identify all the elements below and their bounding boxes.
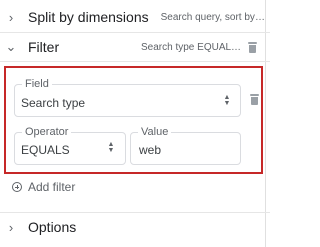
field-select[interactable]: Field Search type ▲ ▼ bbox=[14, 77, 241, 117]
chevron-right-icon[interactable]: › bbox=[4, 10, 18, 25]
filter-section-title: Filter bbox=[28, 39, 60, 55]
trash-icon[interactable] bbox=[250, 94, 259, 105]
filter-section-header[interactable]: ⌄ Filter Search type EQUALS web bbox=[0, 33, 270, 62]
options-section-title: Options bbox=[28, 219, 77, 235]
add-filter-label: Add filter bbox=[28, 180, 76, 194]
operator-select[interactable]: Operator EQUALS ▲ ▼ bbox=[14, 125, 126, 165]
filter-editor-box: Field Search type ▲ ▼ Operator EQUALS ▲ ▼ … bbox=[4, 66, 263, 174]
field-value: Search type bbox=[21, 96, 86, 110]
value-label: Value bbox=[138, 125, 172, 139]
options-section[interactable]: › Options bbox=[0, 212, 270, 241]
field-label: Field bbox=[22, 77, 52, 91]
value-text: web bbox=[139, 143, 162, 157]
add-circle-icon bbox=[12, 182, 22, 192]
operator-label: Operator bbox=[22, 125, 72, 139]
split-section-summary: Search query, sort by cli... bbox=[160, 11, 268, 23]
value-input[interactable]: Value web bbox=[130, 125, 241, 165]
unfold-icon: ▲ ▼ bbox=[107, 141, 115, 154]
split-by-dimensions-section[interactable]: › Split by dimensions Search query, sort… bbox=[0, 2, 270, 33]
unfold-icon: ▲ ▼ bbox=[223, 94, 231, 107]
filter-section-summary: Search type EQUALS web bbox=[141, 41, 243, 53]
split-section-title: Split by dimensions bbox=[28, 9, 149, 25]
chevron-down-icon[interactable]: ⌄ bbox=[4, 39, 18, 55]
operator-value: EQUALS bbox=[21, 143, 70, 157]
add-filter-button[interactable]: Add filter bbox=[12, 180, 75, 194]
chevron-right-icon[interactable]: › bbox=[4, 220, 18, 235]
trash-icon[interactable] bbox=[248, 42, 257, 53]
